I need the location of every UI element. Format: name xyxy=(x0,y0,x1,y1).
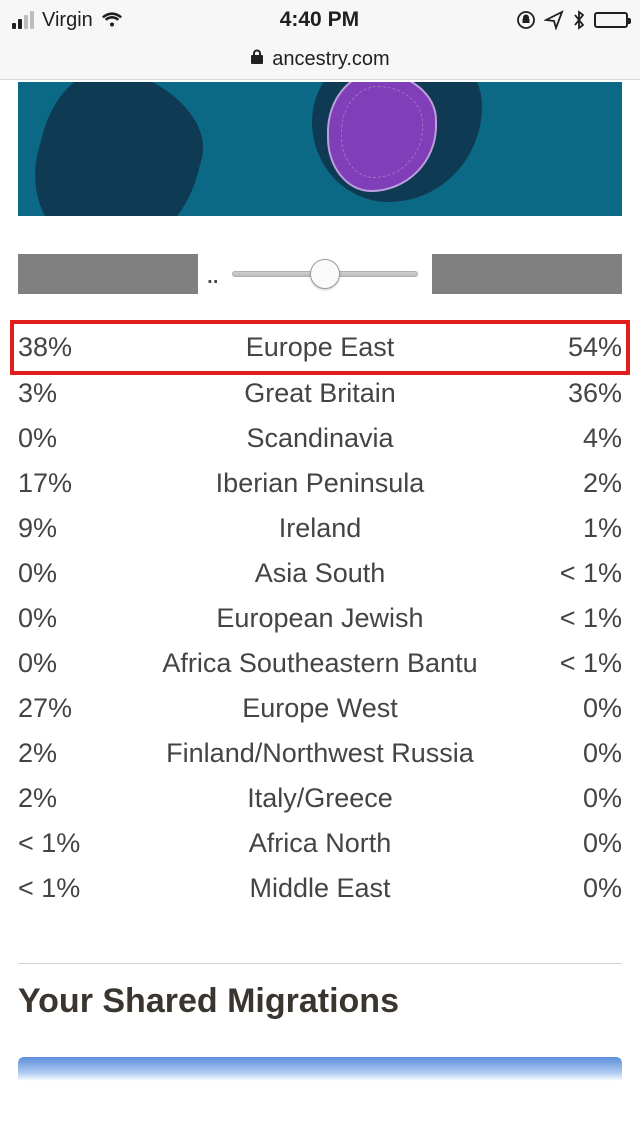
map-landmass xyxy=(18,82,219,216)
ethnicity-left-pct: 2% xyxy=(18,740,108,767)
ethnicity-region-name: Europe West xyxy=(108,695,532,722)
ethnicity-region-name: Iberian Peninsula xyxy=(108,470,532,497)
ethnicity-left-pct: < 1% xyxy=(18,830,108,857)
ethnicity-region-name: European Jewish xyxy=(108,605,532,632)
comparison-selector: .. xyxy=(18,254,622,294)
ethnicity-left-pct: 3% xyxy=(18,380,108,407)
ethnicity-right-pct: < 1% xyxy=(532,650,622,677)
ethnicity-right-pct: 36% xyxy=(532,380,622,407)
status-time: 4:40 PM xyxy=(280,8,359,32)
ethnicity-row[interactable]: 2%Italy/Greece0% xyxy=(18,776,622,821)
migration-card[interactable] xyxy=(18,1057,622,1081)
bluetooth-icon xyxy=(572,10,586,30)
ethnicity-region-name: Africa Southeastern Bantu xyxy=(108,650,532,677)
ethnicity-row[interactable]: 38%Europe East54% xyxy=(14,324,626,371)
ethnicity-region-name: Middle East xyxy=(108,875,532,902)
ethnicity-left-pct: 17% xyxy=(18,470,108,497)
cell-signal-icon xyxy=(12,11,34,29)
ethnicity-left-pct: 27% xyxy=(18,695,108,722)
ethnicity-left-pct: 2% xyxy=(18,785,108,812)
person-b-redacted[interactable] xyxy=(432,254,622,294)
slider-thumb[interactable] xyxy=(310,259,340,289)
ethnicity-row[interactable]: 17%Iberian Peninsula2% xyxy=(18,461,622,506)
ethnicity-region-name: Great Britain xyxy=(108,380,532,407)
comparison-slider[interactable] xyxy=(232,269,418,279)
ethnicity-region-name: Asia South xyxy=(108,560,532,587)
ethnicity-left-pct: 0% xyxy=(18,560,108,587)
ethnicity-left-pct: < 1% xyxy=(18,875,108,902)
section-divider xyxy=(18,963,622,964)
ios-status-bar: Virgin 4:40 PM xyxy=(0,0,640,40)
rotation-lock-icon xyxy=(516,10,536,30)
ethnicity-row[interactable]: 0%Africa Southeastern Bantu< 1% xyxy=(18,641,622,686)
ethnicity-map[interactable] xyxy=(18,82,622,216)
ethnicity-row[interactable]: < 1%Middle East0% xyxy=(18,866,622,911)
browser-url-bar[interactable]: ancestry.com xyxy=(0,40,640,80)
battery-icon xyxy=(594,12,628,28)
ethnicity-left-pct: 0% xyxy=(18,650,108,677)
ethnicity-right-pct: 0% xyxy=(532,740,622,767)
ethnicity-region-name: Scandinavia xyxy=(108,425,532,452)
ethnicity-region-name: Italy/Greece xyxy=(108,785,532,812)
shared-migrations-heading: Your Shared Migrations xyxy=(18,982,622,1021)
ethnicity-region-name: Finland/Northwest Russia xyxy=(108,740,532,767)
ethnicity-right-pct: < 1% xyxy=(532,560,622,587)
ethnicity-region-name: Africa North xyxy=(108,830,532,857)
ethnicity-right-pct: 54% xyxy=(532,334,622,361)
ethnicity-row[interactable]: 27%Europe West0% xyxy=(18,686,622,731)
ethnicity-region-name: Ireland xyxy=(108,515,532,542)
ethnicity-row[interactable]: 2%Finland/Northwest Russia0% xyxy=(18,731,622,776)
ethnicity-row[interactable]: 0%Scandinavia4% xyxy=(18,416,622,461)
location-icon xyxy=(544,10,564,30)
person-a-redacted[interactable] xyxy=(18,254,198,294)
ethnicity-right-pct: 0% xyxy=(532,695,622,722)
ethnicity-right-pct: 0% xyxy=(532,875,622,902)
ethnicity-right-pct: 0% xyxy=(532,785,622,812)
ethnicity-left-pct: 9% xyxy=(18,515,108,542)
ethnicity-right-pct: 4% xyxy=(532,425,622,452)
ethnicity-right-pct: 2% xyxy=(532,470,622,497)
ethnicity-right-pct: < 1% xyxy=(532,605,622,632)
ethnicity-region-name: Europe East xyxy=(108,334,532,361)
ethnicity-row[interactable]: 0%Asia South< 1% xyxy=(18,551,622,596)
ethnicity-row[interactable]: 0%European Jewish< 1% xyxy=(18,596,622,641)
ethnicity-left-pct: 0% xyxy=(18,605,108,632)
ethnicity-comparison-table: 38%Europe East54%3%Great Britain36%0%Sca… xyxy=(18,324,622,911)
ethnicity-right-pct: 1% xyxy=(532,515,622,542)
url-domain: ancestry.com xyxy=(272,48,389,71)
ellipsis-icon: .. xyxy=(206,258,218,290)
ethnicity-right-pct: 0% xyxy=(532,830,622,857)
lock-icon xyxy=(250,48,264,71)
carrier-label: Virgin xyxy=(42,9,93,32)
ethnicity-row[interactable]: < 1%Africa North0% xyxy=(18,821,622,866)
ethnicity-left-pct: 0% xyxy=(18,425,108,452)
ethnicity-row[interactable]: 9%Ireland1% xyxy=(18,506,622,551)
ethnicity-left-pct: 38% xyxy=(18,334,108,361)
ethnicity-row[interactable]: 3%Great Britain36% xyxy=(18,371,622,416)
wifi-icon xyxy=(101,12,123,28)
